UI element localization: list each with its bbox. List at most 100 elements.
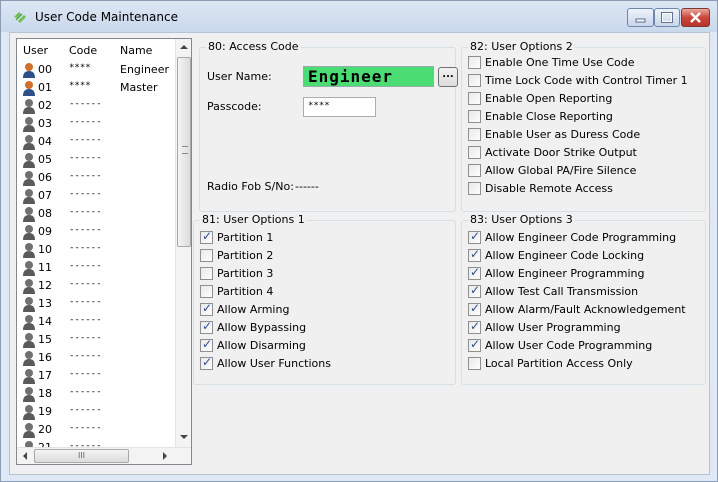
scrollbar-thumb[interactable] (177, 57, 191, 247)
user-list-row[interactable]: 04 ------ (17, 133, 175, 151)
user-list-row[interactable]: 16 ------ (17, 349, 175, 367)
user-list-row[interactable]: 03 ------ (17, 115, 175, 133)
horizontal-scrollbar[interactable]: III (17, 447, 191, 464)
checkbox[interactable] (468, 283, 481, 298)
checkbox[interactable] (200, 301, 213, 316)
user-list-row[interactable]: 17 ------ (17, 367, 175, 385)
user-options-2-legend: 82: User Options 2 (468, 40, 575, 53)
checkbox[interactable] (468, 229, 481, 244)
user-list-row[interactable]: 05 ------ (17, 151, 175, 169)
checkbox[interactable] (468, 92, 481, 105)
user-code: ------ (69, 261, 102, 271)
user-icon (23, 171, 35, 186)
checkbox[interactable] (200, 229, 213, 244)
user-list-row[interactable]: 15 ------ (17, 331, 175, 349)
checkbox[interactable] (468, 301, 481, 316)
scroll-down-arrow-icon[interactable] (180, 435, 188, 439)
user-icon (23, 333, 35, 348)
user-number: 04 (38, 135, 52, 148)
minimize-button[interactable] (627, 8, 654, 27)
user-list-row[interactable]: 07 ------ (17, 187, 175, 205)
option-label: Enable One Time Use Code (485, 56, 635, 69)
user-icon (23, 351, 35, 366)
option-label: Allow Engineer Programming (485, 267, 645, 280)
vertical-scrollbar[interactable] (175, 39, 191, 447)
user-name-field[interactable]: Engineer (303, 66, 434, 87)
horizontal-scrollbar-thumb[interactable]: III (34, 449, 129, 463)
user-list-row[interactable]: 09 ------ (17, 223, 175, 241)
user-list-row[interactable]: 14 ------ (17, 313, 175, 331)
user-list-row[interactable]: 06 ------ (17, 169, 175, 187)
passcode-field[interactable]: **** (303, 97, 376, 117)
user-name-label: User Name: (207, 70, 272, 83)
user-code: ------ (69, 171, 102, 181)
checkbox[interactable] (200, 285, 213, 298)
column-header-code[interactable]: Code (69, 44, 97, 57)
user-rows: 00 **** Engineer 01 **** Master 02 ------ 03 ----… (17, 61, 175, 457)
user-code: ------ (69, 189, 102, 199)
user-icon (23, 315, 35, 330)
user-list-row[interactable]: 20 ------ (17, 421, 175, 439)
user-options-3-group: 83: User Options 3 Allow Engineer Code P… (461, 213, 706, 385)
scroll-up-arrow-icon[interactable] (180, 45, 188, 49)
checkbox[interactable] (200, 267, 213, 280)
close-button[interactable] (681, 8, 710, 27)
checkbox[interactable] (468, 265, 481, 280)
user-icon-active (23, 63, 35, 78)
close-icon (690, 12, 701, 23)
user-list-row[interactable]: 00 **** Engineer (17, 61, 175, 79)
option-label: Allow User Programming (485, 321, 621, 334)
user-number: 02 (38, 99, 52, 112)
user-icon (23, 117, 35, 132)
user-icon (23, 135, 35, 150)
user-list-row[interactable]: 10 ------ (17, 241, 175, 259)
option-label: Partition 3 (217, 267, 274, 280)
user-number: 17 (38, 369, 52, 382)
user-list-row[interactable]: 11 ------ (17, 259, 175, 277)
checkbox[interactable] (468, 182, 481, 195)
checkbox[interactable] (468, 319, 481, 334)
option-label: Allow Test Call Transmission (485, 285, 639, 298)
user-list-row[interactable]: 13 ------ (17, 295, 175, 313)
user-code: ------ (69, 207, 102, 217)
checkbox[interactable] (468, 110, 481, 123)
checkbox[interactable] (468, 146, 481, 159)
browse-button[interactable]: ... (438, 67, 458, 87)
user-list-row[interactable]: 12 ------ (17, 277, 175, 295)
checkbox[interactable] (200, 249, 213, 262)
user-code: ------ (69, 135, 102, 145)
checkbox[interactable] (468, 56, 481, 69)
user-code: ------ (69, 225, 102, 235)
checkbox[interactable] (468, 337, 481, 352)
user-list-row[interactable]: 08 ------ (17, 205, 175, 223)
client-area: User Code Name 00 **** Engineer 01 **** Maste… (9, 32, 710, 475)
column-header-name[interactable]: Name (120, 44, 152, 57)
checkbox[interactable] (200, 337, 213, 352)
checkbox[interactable] (468, 128, 481, 141)
user-number: 18 (38, 387, 52, 400)
checkbox[interactable] (468, 74, 481, 87)
user-icon (23, 189, 35, 204)
checkbox[interactable] (468, 247, 481, 262)
scroll-left-arrow-icon[interactable] (23, 452, 27, 460)
user-code: ------ (69, 369, 102, 379)
column-header-user[interactable]: User (23, 44, 48, 57)
maximize-button[interactable] (654, 8, 680, 27)
user-list-row[interactable]: 01 **** Master (17, 79, 175, 97)
user-number: 16 (38, 351, 52, 364)
user-code: ------ (69, 99, 102, 109)
option-label: Time Lock Code with Control Timer 1 (485, 74, 688, 87)
user-code: ------ (69, 405, 102, 415)
user-list[interactable]: User Code Name 00 **** Engineer 01 **** Maste… (16, 38, 192, 465)
user-list-row[interactable]: 18 ------ (17, 385, 175, 403)
checkbox[interactable] (468, 164, 481, 177)
checkbox[interactable] (200, 355, 213, 370)
user-code: **** (69, 81, 91, 91)
user-list-row[interactable]: 02 ------ (17, 97, 175, 115)
checkbox[interactable] (200, 319, 213, 334)
user-options-1-legend: 81: User Options 1 (200, 213, 307, 226)
checkbox[interactable] (468, 357, 481, 370)
scroll-right-arrow-icon[interactable] (163, 452, 167, 460)
user-list-row[interactable]: 19 ------ (17, 403, 175, 421)
user-icon (23, 423, 35, 438)
